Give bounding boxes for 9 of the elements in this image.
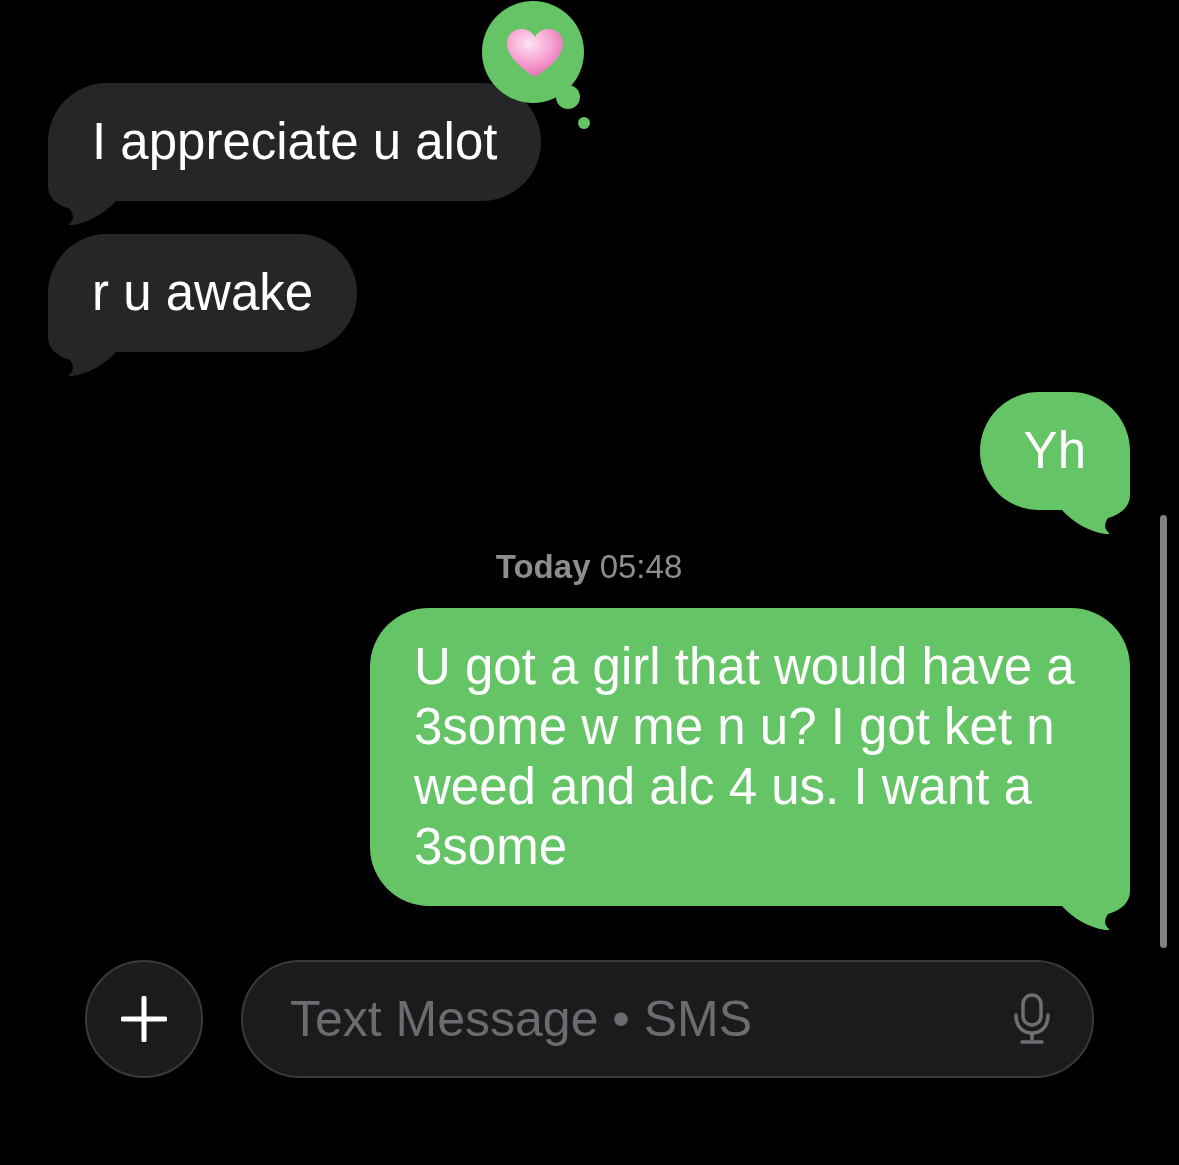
message-bubble: r u awake bbox=[48, 234, 358, 352]
plus-icon bbox=[121, 996, 167, 1042]
microphone-icon[interactable] bbox=[1013, 993, 1051, 1045]
scrollbar[interactable] bbox=[1160, 515, 1167, 948]
message-bubble: I appreciate u alot bbox=[48, 83, 542, 201]
timestamp: Today 05:48 bbox=[495, 547, 683, 587]
message-bubble: U got a girl that would have a 3some w me n u? I got ket n weed and alc 4 us. I want a 3some bbox=[370, 608, 1130, 906]
message-bubble: Yh bbox=[979, 392, 1130, 510]
message-field[interactable]: Text Message • SMS bbox=[241, 960, 1094, 1078]
